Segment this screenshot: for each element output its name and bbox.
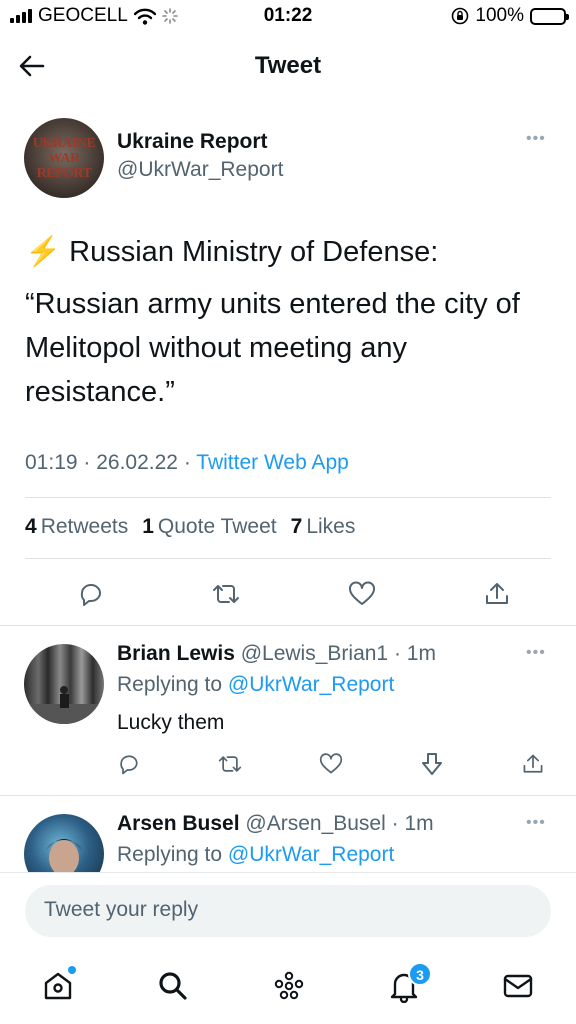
author-handle[interactable]: @UkrWar_Report — [117, 158, 283, 182]
tab-bar: 3 — [0, 950, 576, 1024]
replying-to-mention[interactable]: @UkrWar_Report — [228, 843, 394, 866]
reply-author-handle[interactable]: @Arsen_Busel — [245, 812, 385, 835]
divider — [25, 558, 551, 559]
reply-author-handle[interactable]: @Lewis_Brian1 — [241, 642, 388, 665]
reply-item[interactable]: Brian Lewis @Lewis_Brian1 · 1m ••• Reply… — [0, 626, 576, 796]
retweet-icon — [218, 756, 242, 772]
home-icon — [44, 972, 72, 1000]
orientation-lock-icon — [452, 7, 469, 25]
avatar-photo — [46, 839, 82, 872]
avatar-photo — [24, 686, 104, 724]
nav-header: Tweet — [0, 34, 576, 100]
page-title: Tweet — [254, 52, 322, 79]
divider — [25, 497, 551, 498]
more-options-icon[interactable]: ••• — [526, 130, 546, 148]
tweet-text-line1: Russian Ministry of Defense: — [69, 236, 439, 268]
reply-button[interactable] — [101, 744, 157, 784]
like-button[interactable] — [303, 744, 359, 784]
tab-messages[interactable] — [496, 964, 540, 1008]
tweet-text-quote: “Russian army units entered the city of … — [25, 288, 520, 408]
like-button[interactable] — [330, 572, 394, 616]
author-avatar[interactable]: UKRAINE WAR REPORT — [24, 118, 104, 198]
reply-header: Arsen Busel @Arsen_Busel · 1m — [117, 812, 434, 835]
avatar[interactable] — [24, 814, 104, 872]
share-icon — [523, 754, 543, 773]
reply-author-name[interactable]: Arsen Busel — [117, 812, 240, 835]
status-right: 100% — [451, 5, 569, 27]
tweet-stats: 4 Retweets 1 Quote Tweet 7 Likes — [25, 515, 355, 539]
tweet-date: 26.02.22 — [96, 451, 178, 474]
avatar-logo-text-1: UKRAINE — [32, 136, 96, 151]
avatar[interactable] — [24, 644, 104, 724]
reply-composer-bar: Tweet your reply — [0, 872, 576, 950]
lightning-icon: ⚡ — [25, 236, 62, 268]
replying-to: Replying to @UkrWar_Report — [117, 843, 395, 866]
share-button[interactable] — [505, 744, 561, 784]
reply-input[interactable]: Tweet your reply — [25, 885, 551, 937]
reply-icon — [120, 755, 138, 775]
avatar-logo-text-3: REPORT — [36, 166, 92, 181]
reply-actions — [101, 744, 561, 784]
reply-icon — [80, 584, 101, 606]
heart-icon — [319, 753, 343, 774]
tweet-source-link[interactable]: Twitter Web App — [196, 451, 349, 474]
status-bar: GEOCELL 01:22 100% — [0, 0, 576, 34]
share-icon — [485, 583, 508, 604]
quote-tweets-stat[interactable]: 1 Quote Tweet — [142, 515, 276, 539]
reply-time: 1m — [404, 812, 434, 835]
new-content-dot — [68, 966, 76, 974]
downvote-arrow-icon — [422, 753, 442, 775]
reply-author-name[interactable]: Brian Lewis — [117, 642, 235, 665]
tab-search[interactable] — [151, 964, 195, 1008]
retweets-stat[interactable]: 4 Retweets — [25, 515, 128, 539]
tab-notifications[interactable]: 3 — [382, 962, 432, 1008]
retweet-icon — [213, 585, 240, 603]
replying-to: Replying to @UkrWar_Report — [117, 673, 395, 696]
mail-icon — [503, 974, 533, 998]
share-button[interactable] — [465, 572, 529, 616]
more-options-icon[interactable]: ••• — [526, 644, 546, 662]
tweet-actions — [59, 572, 529, 616]
reply-item[interactable]: Arsen Busel @Arsen_Busel · 1m ••• Replyi… — [0, 796, 576, 872]
author-name[interactable]: Ukraine Report — [117, 130, 268, 154]
tab-home[interactable] — [36, 964, 80, 1008]
downvote-button[interactable] — [404, 744, 460, 784]
retweet-button[interactable] — [194, 572, 258, 616]
reply-text: Lucky them — [117, 711, 225, 734]
tweet-time: 01:19 — [25, 451, 78, 474]
tweet-meta: 01:19 · 26.02.22 · Twitter Web App — [25, 451, 349, 474]
search-icon — [159, 972, 187, 1000]
tweet-text: ⚡ Russian Ministry of Defense: “Russian … — [25, 230, 560, 422]
retweet-button[interactable] — [202, 744, 258, 784]
heart-icon — [348, 581, 375, 605]
notifications-badge: 3 — [408, 962, 432, 986]
reply-button[interactable] — [59, 572, 123, 616]
more-options-icon[interactable]: ••• — [526, 814, 546, 832]
spaces-icon — [274, 971, 304, 1000]
battery-percent: 100% — [475, 5, 524, 26]
tab-spaces[interactable] — [267, 964, 311, 1008]
battery-icon — [530, 7, 569, 25]
likes-stat[interactable]: 7 Likes — [291, 515, 356, 539]
reply-time: 1m — [406, 642, 436, 665]
reply-header: Brian Lewis @Lewis_Brian1 · 1m — [117, 642, 436, 665]
avatar-logo-text-2: WAR — [48, 151, 80, 166]
replying-to-mention[interactable]: @UkrWar_Report — [228, 673, 394, 696]
